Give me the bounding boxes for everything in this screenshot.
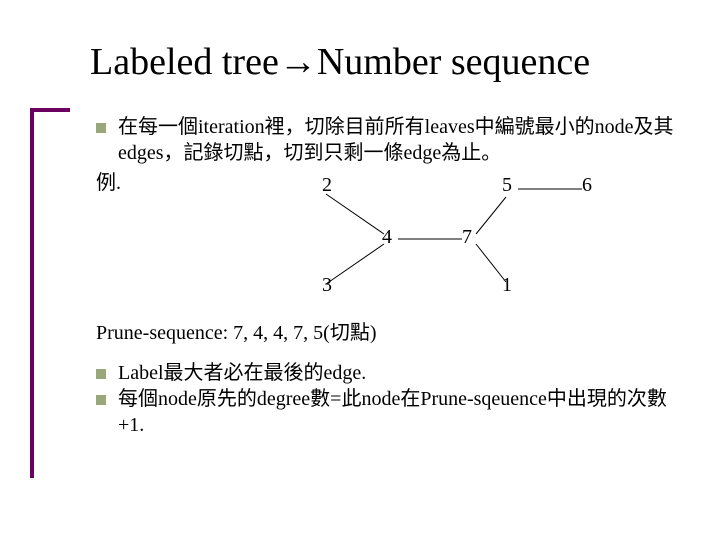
bullet-point2: 每個node原先的degree數=此node在Prune-sqeuence中出現… (118, 386, 680, 438)
node-7: 7 (462, 224, 472, 250)
node-4: 4 (382, 224, 392, 250)
accent-vertical (30, 108, 34, 478)
square-bullet-icon (96, 123, 106, 133)
bullet-main-row: 在每一個iteration裡，切除目前所有leaves中編號最小的node及其e… (96, 114, 680, 166)
accent-horizontal (30, 108, 70, 112)
node-6: 6 (582, 172, 592, 198)
slide-title: Labeled tree→Number sequence (90, 40, 680, 84)
square-bullet-icon (96, 369, 106, 379)
tree-edges (186, 172, 606, 312)
node-1: 1 (502, 272, 512, 298)
bullet-point2-row: 每個node原先的degree數=此node在Prune-sqeuence中出現… (96, 386, 680, 438)
prune-sequence: Prune-sequence: 7, 4, 4, 7, 5(切點) (96, 320, 680, 346)
square-bullet-icon (96, 395, 106, 405)
tree-diagram: 2 5 6 4 7 3 1 (186, 172, 680, 312)
slide-content: 在每一個iteration裡，切除目前所有leaves中編號最小的node及其e… (96, 114, 680, 438)
node-5: 5 (502, 172, 512, 198)
node-2: 2 (322, 172, 332, 198)
bullet-point1-row: Label最大者必在最後的edge. (96, 360, 680, 386)
node-3: 3 (322, 272, 332, 298)
bullet-point1: Label最大者必在最後的edge. (118, 360, 366, 386)
bullet-main: 在每一個iteration裡，切除目前所有leaves中編號最小的node及其e… (118, 114, 680, 166)
